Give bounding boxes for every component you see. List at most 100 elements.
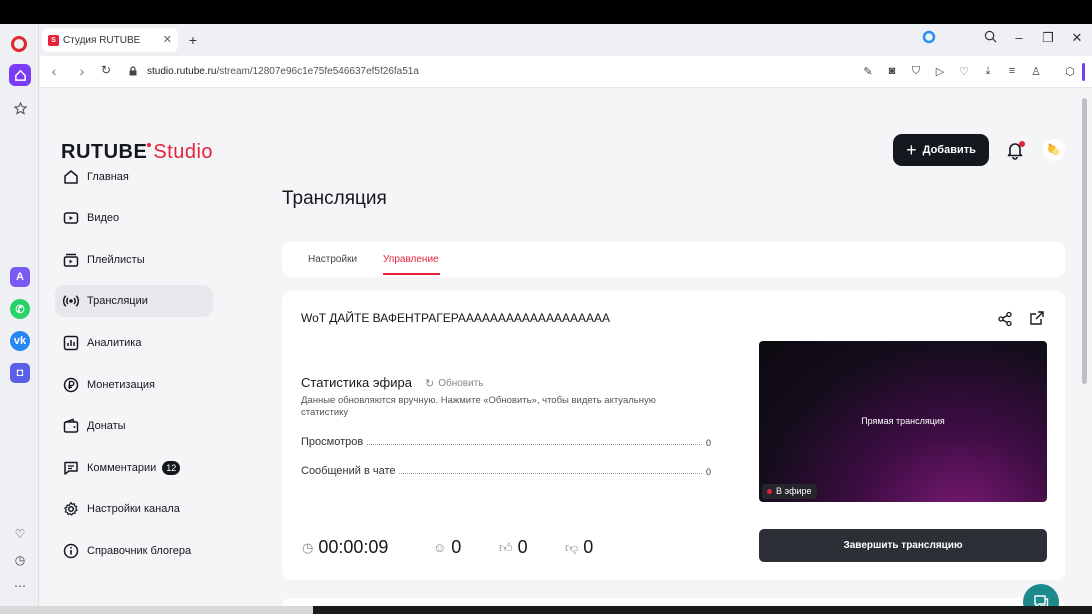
extensions-icon[interactable]: ⬡: [1062, 65, 1078, 78]
aria-app-icon[interactable]: A: [10, 267, 30, 287]
comments-count-badge: 12: [162, 461, 181, 475]
top-black-strip: [0, 0, 1092, 24]
active-tab-underline: [383, 273, 440, 275]
screen: A ✆ vk ◘ ♡ ◷ ⋯ S Студия RUTUBE ✕ + – ❐ ✕: [0, 0, 1092, 614]
opera-sidebar: A ✆ vk ◘ ♡ ◷ ⋯: [0, 24, 39, 606]
viewers-metric: ☺ 0: [433, 537, 461, 558]
sidebar-item-video[interactable]: Видео: [55, 202, 213, 234]
heart-outline-icon[interactable]: ♡: [956, 65, 972, 78]
url-field[interactable]: studio.rutube.ru/stream/12807e96c1e75fe5…: [147, 66, 419, 77]
sidebar-item-analytics[interactable]: Аналитика: [55, 327, 213, 359]
taskbar-left: [0, 606, 313, 614]
stream-preview[interactable]: Прямая трансляция В эфире: [759, 341, 1047, 502]
whatsapp-icon[interactable]: ✆: [10, 299, 30, 319]
stat-dots: [399, 473, 702, 474]
page-title: Трансляция: [282, 188, 387, 209]
live-dot: [767, 489, 772, 494]
minimize-icon[interactable]: –: [1009, 30, 1029, 45]
stream-card: WoT ДАЙТЕ ВАФЕНТРАГЕРААААААААААААААААААА…: [282, 291, 1065, 580]
rutube-studio-page: RUTUBE Studio Главная Видео Плейлисты Тра…: [40, 88, 1078, 606]
url-path: /stream/12807e96c1e75fe546637ef5f26fa51a: [216, 66, 419, 77]
chat-icon: [1034, 595, 1049, 606]
duration-metric: ◷ 00:00:09: [302, 537, 388, 558]
support-chat-button[interactable]: [1023, 584, 1059, 606]
reload-icon[interactable]: ↻: [97, 63, 115, 77]
profile-icon[interactable]: ♙: [1028, 65, 1044, 78]
dislikes-value: 0: [583, 537, 594, 557]
loading-indicator-icon: [919, 30, 939, 47]
video-icon: [61, 208, 81, 228]
sidebar-item-label: Справочник блогера: [87, 545, 192, 557]
share-icon[interactable]: [997, 311, 1013, 327]
logo-dot: [147, 143, 152, 147]
app-icon[interactable]: ◘: [10, 363, 30, 383]
page-scrollbar[interactable]: [1078, 88, 1092, 606]
sidebar-item-label: Трансляции: [87, 295, 148, 307]
thumbs-up-icon: 👍︎: [499, 539, 513, 555]
add-button[interactable]: + Добавить: [893, 134, 989, 166]
more-icon[interactable]: ⋯: [9, 575, 31, 597]
sidebar-item-channel-settings[interactable]: Настройки канала: [55, 493, 213, 525]
forward-icon[interactable]: ›: [73, 63, 91, 79]
gear-icon: [61, 499, 81, 519]
sidebar-item-label: Донаты: [87, 420, 126, 432]
close-tab-icon[interactable]: ✕: [163, 33, 172, 46]
viewers-value: 0: [451, 537, 462, 557]
restore-icon[interactable]: ❐: [1038, 30, 1058, 46]
sidebar-item-monetization[interactable]: Монетизация: [55, 369, 213, 401]
camera-icon[interactable]: ◙: [884, 65, 900, 77]
vk-icon[interactable]: vk: [10, 331, 30, 351]
sidebar-item-label: Видео: [87, 212, 120, 224]
scrollbar-thumb[interactable]: [1082, 98, 1087, 384]
home-icon: [61, 167, 81, 187]
heart-icon[interactable]: ♡: [9, 523, 31, 545]
new-tab-button[interactable]: +: [184, 31, 202, 49]
external-link-icon[interactable]: [1029, 310, 1045, 326]
url-host: studio.rutube.ru: [147, 66, 217, 77]
sidebar-item-donations[interactable]: Донаты: [55, 410, 213, 442]
duration-value: 00:00:09: [318, 537, 389, 557]
edit-page-icon[interactable]: ✎: [860, 65, 876, 78]
refresh-button[interactable]: ↻ Обновить: [425, 377, 484, 390]
search-icon[interactable]: [980, 30, 1000, 46]
stat-label: Сообщений в чате: [301, 465, 396, 477]
close-window-icon[interactable]: ✕: [1067, 30, 1087, 46]
sidebar-item-label: Настройки канала: [87, 503, 180, 515]
viewer-icon: ☺: [433, 540, 447, 555]
home-icon[interactable]: [9, 64, 31, 86]
sidebar-item-playlists[interactable]: Плейлисты: [55, 244, 213, 276]
tabs-card: Настройки Управление: [282, 242, 1065, 277]
tab-management[interactable]: Управление: [383, 254, 439, 265]
sidebar-item-comments[interactable]: Комментарии 12: [55, 452, 213, 484]
stat-row-views: Просмотров 0: [301, 434, 711, 448]
ruble-icon: [61, 375, 81, 395]
address-bar: ‹ › ↻ studio.rutube.ru/stream/12807e96c1…: [40, 56, 1092, 88]
stat-value: 0: [705, 438, 711, 448]
plus-icon: +: [906, 140, 917, 160]
download-icon[interactable]: ⤓: [980, 65, 996, 78]
rutube-favicon-icon: S: [48, 34, 59, 46]
sidebar-item-label: Комментарии: [87, 462, 157, 474]
tab-settings[interactable]: Настройки: [308, 254, 357, 265]
end-stream-button[interactable]: Завершить трансляцию: [759, 529, 1047, 562]
browser-tab[interactable]: S Студия RUTUBE ✕: [42, 28, 178, 52]
sidebar-item-home[interactable]: Главная: [55, 161, 213, 193]
stream-title: WoT ДАЙТЕ ВАФЕНТРАГЕРААААААААААААААААААА: [301, 311, 610, 325]
sidebar-item-broadcasts[interactable]: Трансляции: [55, 285, 213, 317]
avatar[interactable]: [1043, 139, 1065, 161]
add-button-label: Добавить: [922, 144, 976, 156]
shield-icon[interactable]: ⛉: [908, 65, 924, 78]
thumbs-down-icon: 👎︎: [565, 539, 579, 555]
bookmark-star-icon[interactable]: [9, 97, 31, 119]
opera-logo-icon[interactable]: [11, 36, 27, 52]
sidebar-item-blogger-guide[interactable]: Справочник блогера: [55, 535, 213, 567]
back-icon[interactable]: ‹: [45, 63, 63, 79]
next-card: [282, 598, 1065, 606]
likes-value: 0: [517, 537, 528, 557]
play-icon[interactable]: ▷: [932, 65, 948, 78]
lock-icon: [129, 66, 137, 76]
menu-icon[interactable]: ≡: [1004, 65, 1020, 77]
history-icon[interactable]: ◷: [9, 549, 31, 571]
sidebar-accent: [1082, 63, 1085, 81]
stat-dots: [367, 444, 702, 445]
